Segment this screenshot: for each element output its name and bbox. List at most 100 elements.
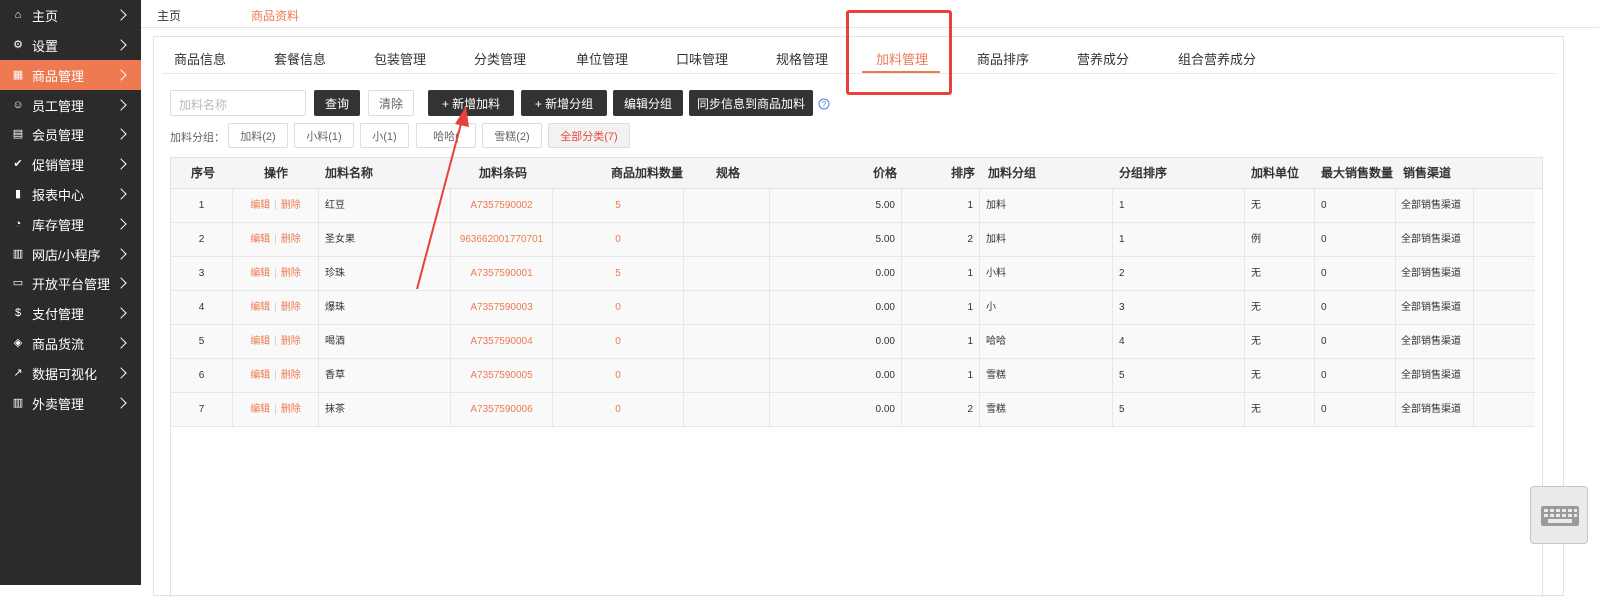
line-chart-icon: ↗ <box>13 367 23 379</box>
sidebar-item[interactable]: ▮ 报表中心 <box>0 179 141 209</box>
add-addon-button[interactable]: + 新增加料 <box>428 90 514 116</box>
table-row[interactable]: 6 编辑 | 删除 香草 A7357590005 0 0.00 1 雪糕 5 无 0 全部销售渠道 <box>171 359 1535 393</box>
cell-barcode: A7357590004 <box>451 325 553 358</box>
cell-max: 0 <box>1315 359 1396 392</box>
query-button[interactable]: 查询 <box>314 90 360 116</box>
column-header[interactable]: 价格 <box>873 158 897 189</box>
edit-link[interactable]: 编辑 <box>250 268 270 279</box>
column-header[interactable]: 销售渠道 <box>1403 158 1451 189</box>
cell-price: 0.00 <box>770 257 902 290</box>
edit-link[interactable]: 编辑 <box>250 370 270 381</box>
sidebar-item[interactable]: ◔ 库存管理 <box>0 209 141 239</box>
currency-icon: $ <box>14 307 22 319</box>
column-header[interactable]: 操作 <box>264 158 288 189</box>
delete-link[interactable]: 删除 <box>281 404 301 415</box>
clear-button[interactable]: 清除 <box>368 90 414 116</box>
cell-qty: 5 <box>553 189 684 222</box>
group-tag[interactable]: 小料(1) <box>294 123 354 148</box>
chevron-right-icon <box>115 188 127 200</box>
group-filter-label: 加料分组： <box>170 132 225 144</box>
column-header[interactable]: 商品加料数量 <box>611 158 683 189</box>
tab[interactable]: 组合营养成分 <box>1178 49 1256 68</box>
table-row[interactable]: 4 编辑 | 删除 爆珠 A7357590003 0 0.00 1 小 3 无 0 全部销售渠道 <box>171 291 1535 325</box>
column-header[interactable]: 分组排序 <box>1119 158 1167 189</box>
table-row[interactable]: 1 编辑 | 删除 红豆 A7357590002 5 5.00 1 加料 1 无 0 全部销售渠道 <box>171 189 1535 223</box>
breadcrumb-home[interactable]: 主页 <box>157 7 181 24</box>
sidebar-item[interactable]: ↗ 数据可视化 <box>0 358 141 388</box>
column-header[interactable]: 加料名称 <box>325 158 373 189</box>
question-circle-icon[interactable]: ? <box>818 98 830 110</box>
chevron-right-icon <box>115 307 127 319</box>
group-tag[interactable]: 小(1) <box>360 123 409 148</box>
column-header[interactable]: 加料分组 <box>988 158 1036 189</box>
edit-link[interactable]: 编辑 <box>250 200 270 211</box>
sidebar-item[interactable]: $ 支付管理 <box>0 298 141 328</box>
sidebar-item[interactable]: ☺ 员工管理 <box>0 90 141 120</box>
tab[interactable]: 营养成分 <box>1077 49 1129 68</box>
chevron-right-icon <box>115 39 127 51</box>
tab[interactable]: 口味管理 <box>676 49 728 68</box>
delete-link[interactable]: 删除 <box>281 336 301 347</box>
delete-link[interactable]: 删除 <box>281 200 301 211</box>
delete-link[interactable]: 删除 <box>281 234 301 245</box>
edit-link[interactable]: 编辑 <box>250 234 270 245</box>
sidebar-item[interactable]: ▤ 会员管理 <box>0 119 141 149</box>
sidebar: ⌂ 主页 ⚙ 设置 ▦ 商品管理 ☺ 员工管理 ▤ 会员管理 ✔ 促销管理 ▮ 报表中心 ◔ 库存管理 ▥ 网店/… <box>0 0 141 585</box>
sidebar-item[interactable]: ▥ 网店/小程序 <box>0 239 141 269</box>
edit-link[interactable]: 编辑 <box>250 404 270 415</box>
tab[interactable]: 套餐信息 <box>274 49 326 68</box>
column-header[interactable]: 序号 <box>191 158 215 189</box>
sidebar-item[interactable]: ▦ 商品管理 <box>0 60 141 90</box>
sidebar-item-label: 设置 <box>32 38 59 54</box>
table-header: 序号 操作 加料名称 加料条码 商品加料数量 规格 价格 排序 加料分组 分组排序 加料单位 最大销售… <box>171 158 1542 189</box>
cell-no: 6 <box>171 359 233 392</box>
keyboard-button[interactable] <box>1530 486 1588 544</box>
cell-group: 雪糕 <box>980 359 1113 392</box>
group-tag[interactable]: 加料(2) <box>228 123 288 148</box>
cell-channel: 全部销售渠道 <box>1396 359 1474 392</box>
column-header[interactable]: 规格 <box>716 158 740 189</box>
tab[interactable]: 商品信息 <box>174 49 226 68</box>
sidebar-item[interactable]: ⌂ 主页 <box>0 0 141 30</box>
add-group-button[interactable]: + 新增分组 <box>521 90 607 116</box>
main-panel: 商品信息 套餐信息 包装管理 分类管理 单位管理 口味管理 规格管理 加料管理 商品排序 营养成分… <box>153 36 1564 597</box>
tab[interactable]: 单位管理 <box>576 49 628 68</box>
sidebar-item[interactable]: ◈ 商品货流 <box>0 328 141 358</box>
delete-link[interactable]: 删除 <box>281 268 301 279</box>
monitor-icon: ▭ <box>12 277 24 289</box>
cell-channel: 全部销售渠道 <box>1396 189 1474 222</box>
sidebar-item[interactable]: ✔ 促销管理 <box>0 149 141 179</box>
table-row[interactable]: 2 编辑 | 删除 圣女果 963662001770701 0 5.00 2 加料 1 例 0 全部销售渠… <box>171 223 1535 257</box>
sidebar-item[interactable]: ▥ 外卖管理 <box>0 388 141 418</box>
tab[interactable]: 规格管理 <box>776 49 828 68</box>
table-row[interactable]: 7 编辑 | 删除 抹茶 A7357590006 0 0.00 2 雪糕 5 无 0 全部销售渠道 <box>171 393 1535 427</box>
sidebar-item[interactable]: ⚙ 设置 <box>0 30 141 60</box>
column-header[interactable]: 加料单位 <box>1251 158 1299 189</box>
group-tag[interactable]: 全部分类(7) <box>548 123 630 148</box>
cell-unit: 无 <box>1245 257 1315 290</box>
tab[interactable]: 分类管理 <box>474 49 526 68</box>
search-input[interactable]: 加料名称 <box>170 90 306 116</box>
breadcrumb-current[interactable]: 商品资料 <box>251 7 299 24</box>
group-tag[interactable]: 雪糕(2) <box>482 123 542 148</box>
column-header[interactable]: 加料条码 <box>479 158 527 189</box>
cell-name: 圣女果 <box>319 223 451 256</box>
delete-link[interactable]: 删除 <box>281 302 301 313</box>
delete-link[interactable]: 删除 <box>281 370 301 381</box>
sidebar-item[interactable]: ▭ 开放平台管理 <box>0 268 141 298</box>
cell-spec <box>684 223 770 256</box>
group-tag[interactable]: 哈哈( <box>416 123 476 148</box>
edit-group-button[interactable]: 编辑分组 <box>613 90 683 116</box>
tab[interactable]: 包装管理 <box>374 49 426 68</box>
keyboard-icon <box>1541 506 1579 526</box>
column-header[interactable]: 排序 <box>951 158 975 189</box>
table-row[interactable]: 5 编辑 | 删除 喝酒 A7357590004 0 0.00 1 哈哈 4 无 0 全部销售渠道 <box>171 325 1535 359</box>
cell-unit: 无 <box>1245 291 1315 324</box>
tab[interactable]: 商品排序 <box>977 49 1029 68</box>
sync-addon-button[interactable]: 同步信息到商品加料 <box>689 90 813 116</box>
column-header[interactable]: 最大销售数量 <box>1321 158 1393 189</box>
edit-link[interactable]: 编辑 <box>250 302 270 313</box>
edit-link[interactable]: 编辑 <box>250 336 270 347</box>
table-row[interactable]: 3 编辑 | 删除 珍珠 A7357590001 5 0.00 1 小料 2 无 0 全部销售渠道 <box>171 257 1535 291</box>
cell-no: 4 <box>171 291 233 324</box>
